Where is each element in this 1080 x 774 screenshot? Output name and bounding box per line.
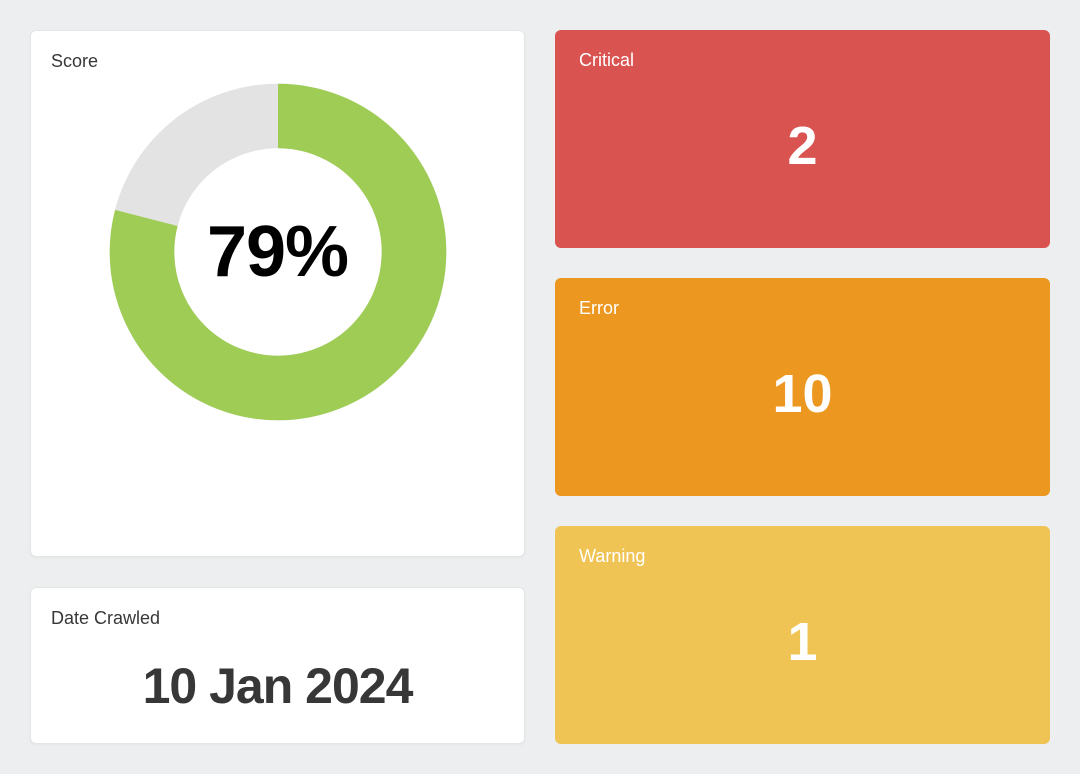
left-column: Score 79% Date Crawled 10 Jan 2024	[30, 30, 525, 744]
critical-title: Critical	[579, 50, 1026, 71]
critical-card[interactable]: Critical 2	[555, 30, 1050, 248]
date-crawled-card: Date Crawled 10 Jan 2024	[30, 587, 525, 744]
warning-title: Warning	[579, 546, 1026, 567]
right-column: Critical 2 Error 10 Warning 1	[555, 30, 1050, 744]
score-card-title: Score	[51, 51, 504, 72]
error-title: Error	[579, 298, 1026, 319]
date-crawled-title: Date Crawled	[51, 608, 504, 629]
score-card: Score 79%	[30, 30, 525, 557]
error-value: 10	[579, 319, 1026, 468]
critical-value: 2	[579, 71, 1026, 220]
score-donut-chart: 79%	[51, 82, 504, 422]
score-value: 79%	[207, 211, 348, 293]
warning-value: 1	[579, 567, 1026, 716]
warning-card[interactable]: Warning 1	[555, 526, 1050, 744]
date-crawled-value: 10 Jan 2024	[51, 657, 504, 715]
dashboard-grid: Score 79% Date Crawled 10 Jan 2024 Criti…	[30, 30, 1050, 744]
error-card[interactable]: Error 10	[555, 278, 1050, 496]
